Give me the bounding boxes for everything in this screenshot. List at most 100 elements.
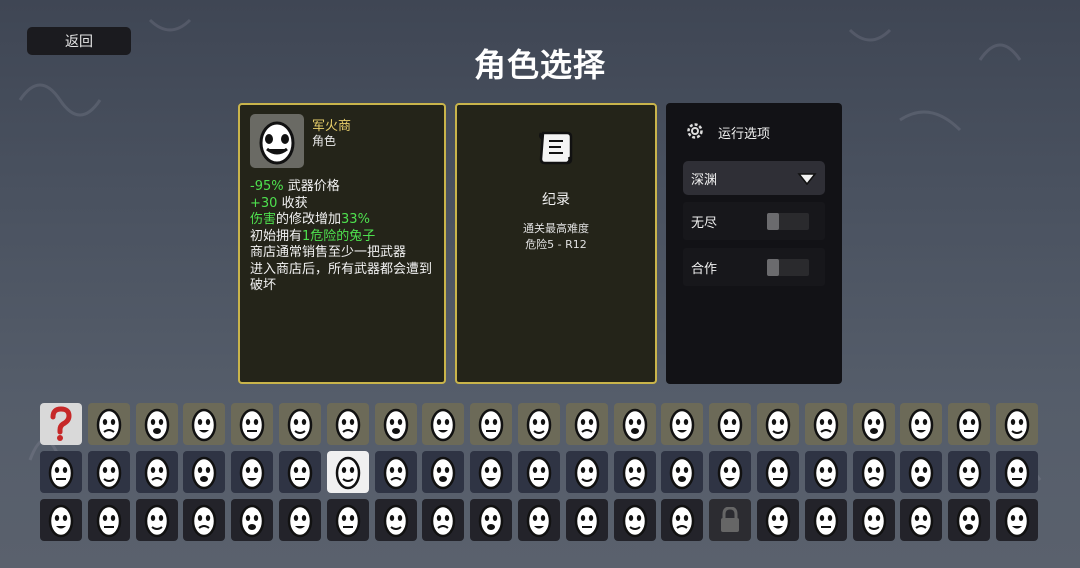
character-slot[interactable] xyxy=(470,451,512,493)
run-options-title: 运行选项 xyxy=(718,127,771,142)
stat-label: 武器价格 xyxy=(283,179,340,194)
potato-face-icon xyxy=(908,408,934,442)
potato-face-icon xyxy=(287,504,313,538)
stat-label: 收获 xyxy=(277,195,308,211)
character-slot[interactable] xyxy=(327,499,369,541)
character-slot[interactable] xyxy=(996,403,1038,445)
stat-shop-weapon: 商店通常销售至少一把武器 xyxy=(250,245,407,260)
character-slot[interactable] xyxy=(757,451,799,493)
toggle-knob xyxy=(767,259,779,276)
character-slot[interactable] xyxy=(40,451,82,493)
potato-face-icon xyxy=(191,408,217,442)
character-slot[interactable] xyxy=(566,451,608,493)
character-slot[interactable] xyxy=(88,499,130,541)
stat-label: 初始拥有 xyxy=(250,228,303,244)
character-slot[interactable] xyxy=(183,451,225,493)
random-character-button[interactable] xyxy=(40,403,82,445)
character-slot[interactable] xyxy=(422,499,464,541)
character-slot[interactable] xyxy=(136,499,178,541)
character-slot[interactable] xyxy=(279,403,321,445)
character-slot[interactable] xyxy=(805,499,847,541)
character-info-panel: 军火商 角色 -95% 武器价格 +30 收获 伤害的修改增加33% 初始拥有1… xyxy=(238,103,446,384)
character-slot[interactable] xyxy=(470,499,512,541)
potato-face-icon xyxy=(430,408,456,442)
potato-face-icon xyxy=(956,504,982,538)
character-slot[interactable] xyxy=(948,499,990,541)
potato-face-icon xyxy=(96,456,122,490)
potato-face-icon xyxy=(96,408,122,442)
character-slot[interactable] xyxy=(853,499,895,541)
run-options-panel: 运行选项 深渊 无尽 合作 xyxy=(666,103,842,384)
character-slot[interactable] xyxy=(231,451,273,493)
character-slot[interactable] xyxy=(614,451,656,493)
character-slot[interactable] xyxy=(470,403,512,445)
character-slot[interactable] xyxy=(279,499,321,541)
character-slot[interactable] xyxy=(518,451,560,493)
character-slot[interactable] xyxy=(661,451,703,493)
character-slot[interactable] xyxy=(900,451,942,493)
padlock-icon xyxy=(721,507,739,532)
coop-toggle[interactable] xyxy=(767,259,809,276)
character-slot[interactable] xyxy=(805,403,847,445)
potato-face-icon xyxy=(574,408,600,442)
potato-face-icon xyxy=(1004,408,1030,442)
character-slot[interactable] xyxy=(614,403,656,445)
endless-toggle[interactable] xyxy=(767,213,809,230)
character-slot[interactable] xyxy=(518,499,560,541)
stat-keyword: 伤害 xyxy=(250,212,277,227)
potato-face-icon xyxy=(526,408,552,442)
character-slot[interactable] xyxy=(279,451,321,493)
stat-value: -95% xyxy=(250,179,284,194)
character-slot[interactable] xyxy=(40,499,82,541)
potato-face-icon xyxy=(287,456,313,490)
character-slot[interactable] xyxy=(566,403,608,445)
character-slot[interactable] xyxy=(231,499,273,541)
character-slot[interactable] xyxy=(661,499,703,541)
character-slot[interactable] xyxy=(136,403,178,445)
character-slot[interactable] xyxy=(948,403,990,445)
character-slot[interactable] xyxy=(614,499,656,541)
character-slot[interactable] xyxy=(757,499,799,541)
character-slot[interactable] xyxy=(518,403,560,445)
character-slot[interactable] xyxy=(853,451,895,493)
difficulty-dropdown[interactable]: 深渊 xyxy=(683,161,825,195)
potato-face-icon xyxy=(908,456,934,490)
potato-face-icon xyxy=(191,504,217,538)
character-slot[interactable] xyxy=(566,499,608,541)
character-slot[interactable] xyxy=(422,403,464,445)
character-slot[interactable] xyxy=(709,403,751,445)
potato-face-icon xyxy=(239,408,265,442)
character-slot[interactable] xyxy=(183,403,225,445)
character-type: 角色 xyxy=(312,134,337,148)
locked-character-slot[interactable] xyxy=(709,499,751,541)
stat-starting-item: 初始拥有1危险的兔子 xyxy=(250,229,442,246)
character-slot-selected[interactable] xyxy=(327,451,369,493)
character-slot[interactable] xyxy=(900,403,942,445)
potato-face-icon xyxy=(813,408,839,442)
character-slot[interactable] xyxy=(88,451,130,493)
character-stats: -95% 武器价格 +30 收获 伤害的修改增加33% 初始拥有1危险的兔子 商… xyxy=(250,179,442,295)
character-slot[interactable] xyxy=(757,403,799,445)
potato-face-icon xyxy=(144,408,170,442)
character-slot[interactable] xyxy=(853,403,895,445)
character-slot[interactable] xyxy=(805,451,847,493)
potato-face-icon xyxy=(813,456,839,490)
character-slot[interactable] xyxy=(996,499,1038,541)
character-slot[interactable] xyxy=(375,403,417,445)
character-slot[interactable] xyxy=(375,451,417,493)
character-slot[interactable] xyxy=(88,403,130,445)
character-slot[interactable] xyxy=(709,451,751,493)
character-slot[interactable] xyxy=(231,403,273,445)
character-slot[interactable] xyxy=(948,451,990,493)
character-slot[interactable] xyxy=(136,451,178,493)
potato-face-icon xyxy=(478,456,504,490)
character-slot[interactable] xyxy=(422,451,464,493)
stat-label: 的修改增加 xyxy=(276,212,342,227)
character-slot[interactable] xyxy=(183,499,225,541)
character-slot[interactable] xyxy=(996,451,1038,493)
potato-face-icon xyxy=(526,504,552,538)
character-slot[interactable] xyxy=(375,499,417,541)
character-slot[interactable] xyxy=(327,403,369,445)
character-slot[interactable] xyxy=(900,499,942,541)
character-slot[interactable] xyxy=(661,403,703,445)
